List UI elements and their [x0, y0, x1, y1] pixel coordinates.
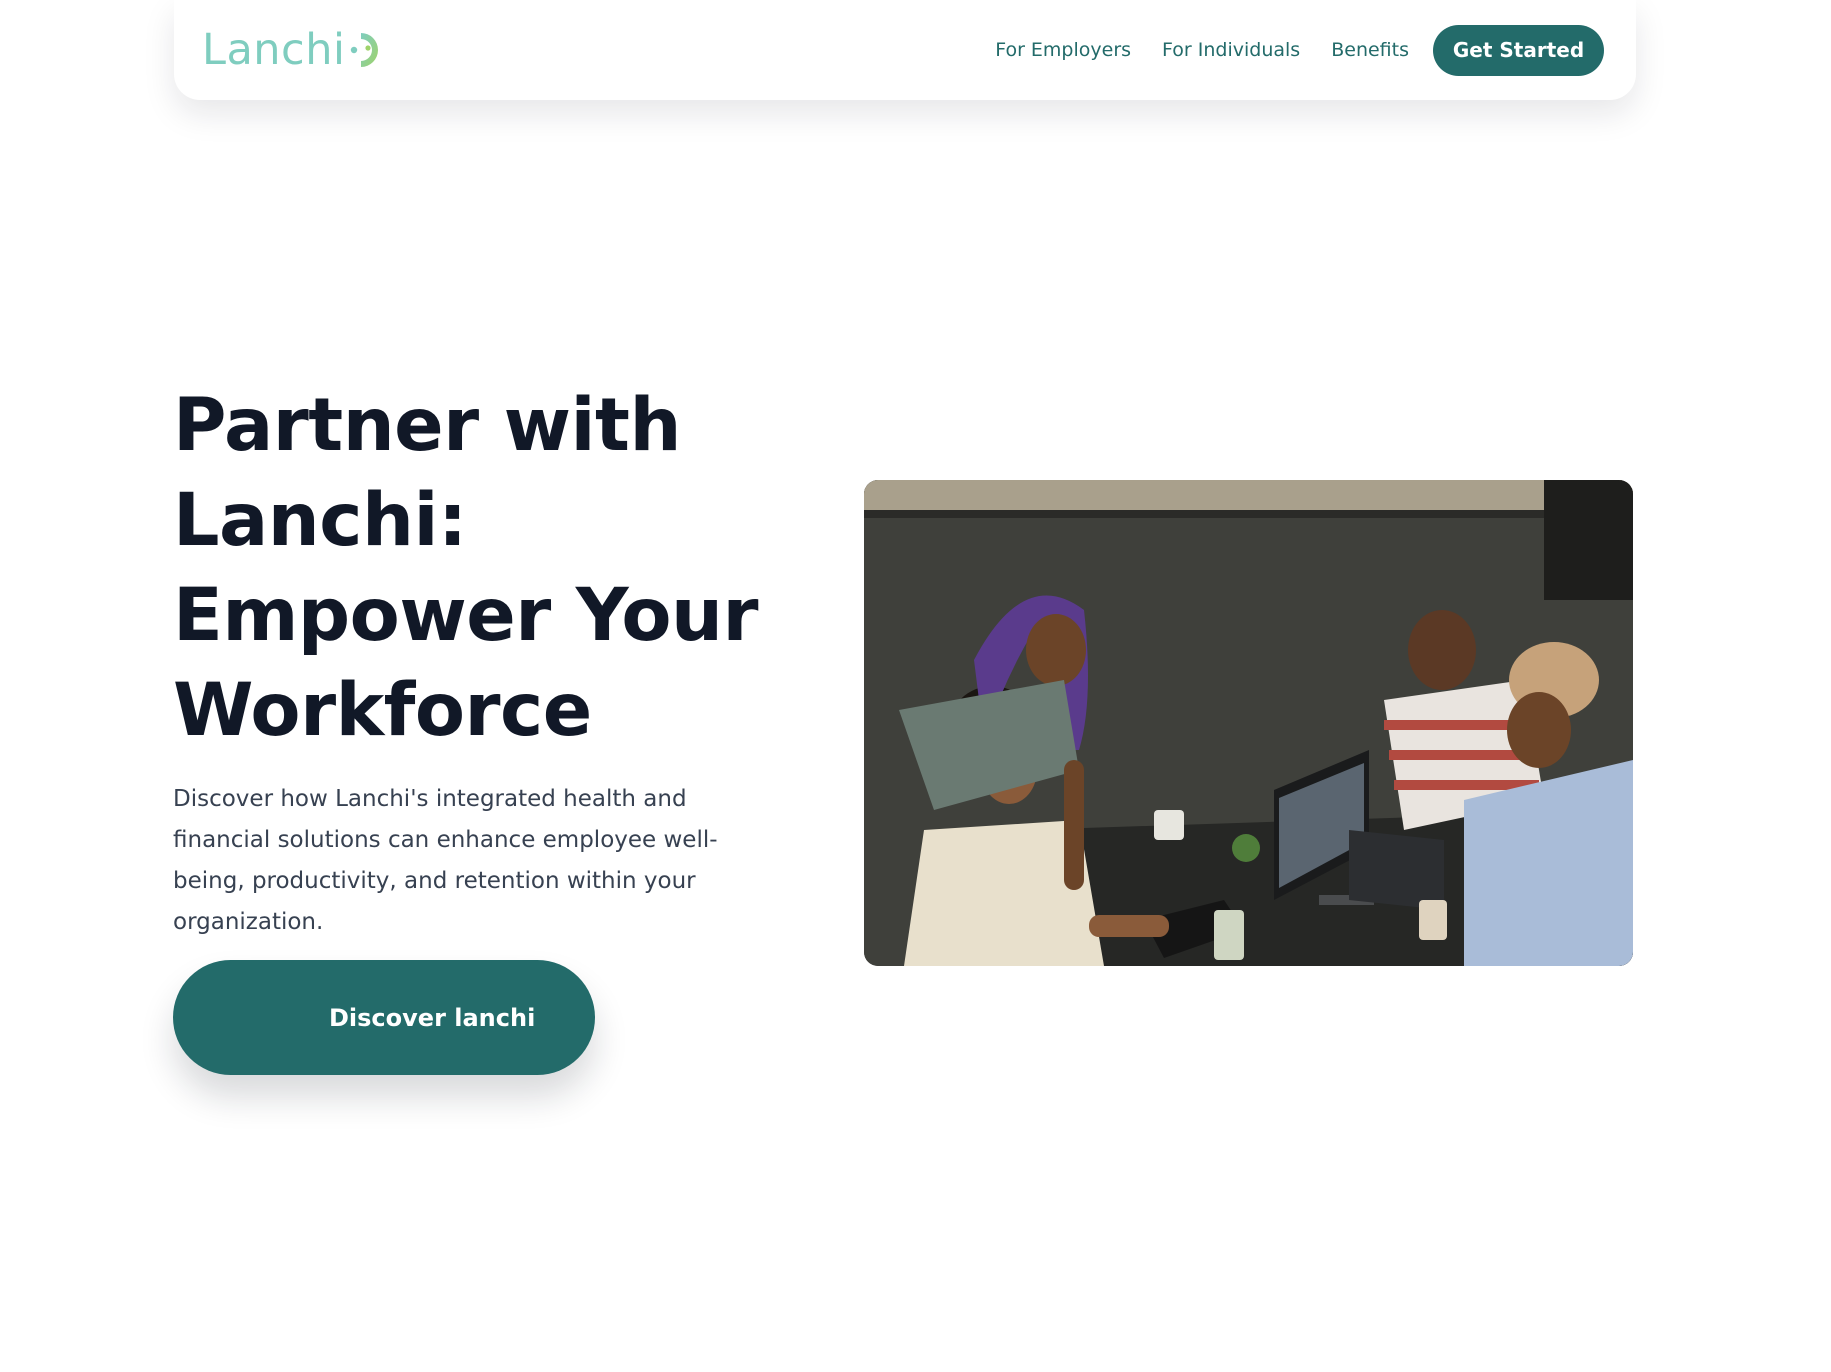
- hero-title: Partner with Lanchi: Empower Your Workfo…: [173, 378, 793, 758]
- nav-link-for-individuals[interactable]: For Individuals: [1162, 39, 1300, 61]
- team-photo-illustration: [864, 480, 1633, 966]
- logo-text: Lanchi: [202, 24, 346, 75]
- logo[interactable]: Lanchi: [202, 27, 385, 73]
- hero-title-line: Partner with: [173, 383, 681, 468]
- get-started-button[interactable]: Get Started: [1433, 24, 1604, 76]
- hero-photo-team-at-computers: [864, 480, 1633, 966]
- logo-mark-icon: [351, 33, 379, 67]
- hero-description: Discover how Lanchi's integrated health …: [173, 786, 718, 935]
- nav-link-benefits[interactable]: Benefits: [1331, 39, 1409, 61]
- main-nav: For Employers For Individuals Benefits G…: [995, 24, 1604, 76]
- hero-title-line: Empower Your: [173, 573, 759, 658]
- nav-link-for-employers[interactable]: For Employers: [995, 39, 1131, 61]
- hero-title-line: Lanchi:: [173, 478, 467, 563]
- hero-title-line: Workforce: [173, 668, 592, 753]
- top-navbar: Lanchi For Employers For Individuals Ben…: [174, 0, 1636, 100]
- page: Lanchi For Employers For Individuals Ben…: [0, 0, 1831, 1372]
- discover-lanchi-button[interactable]: Discover lanchi: [173, 960, 595, 1075]
